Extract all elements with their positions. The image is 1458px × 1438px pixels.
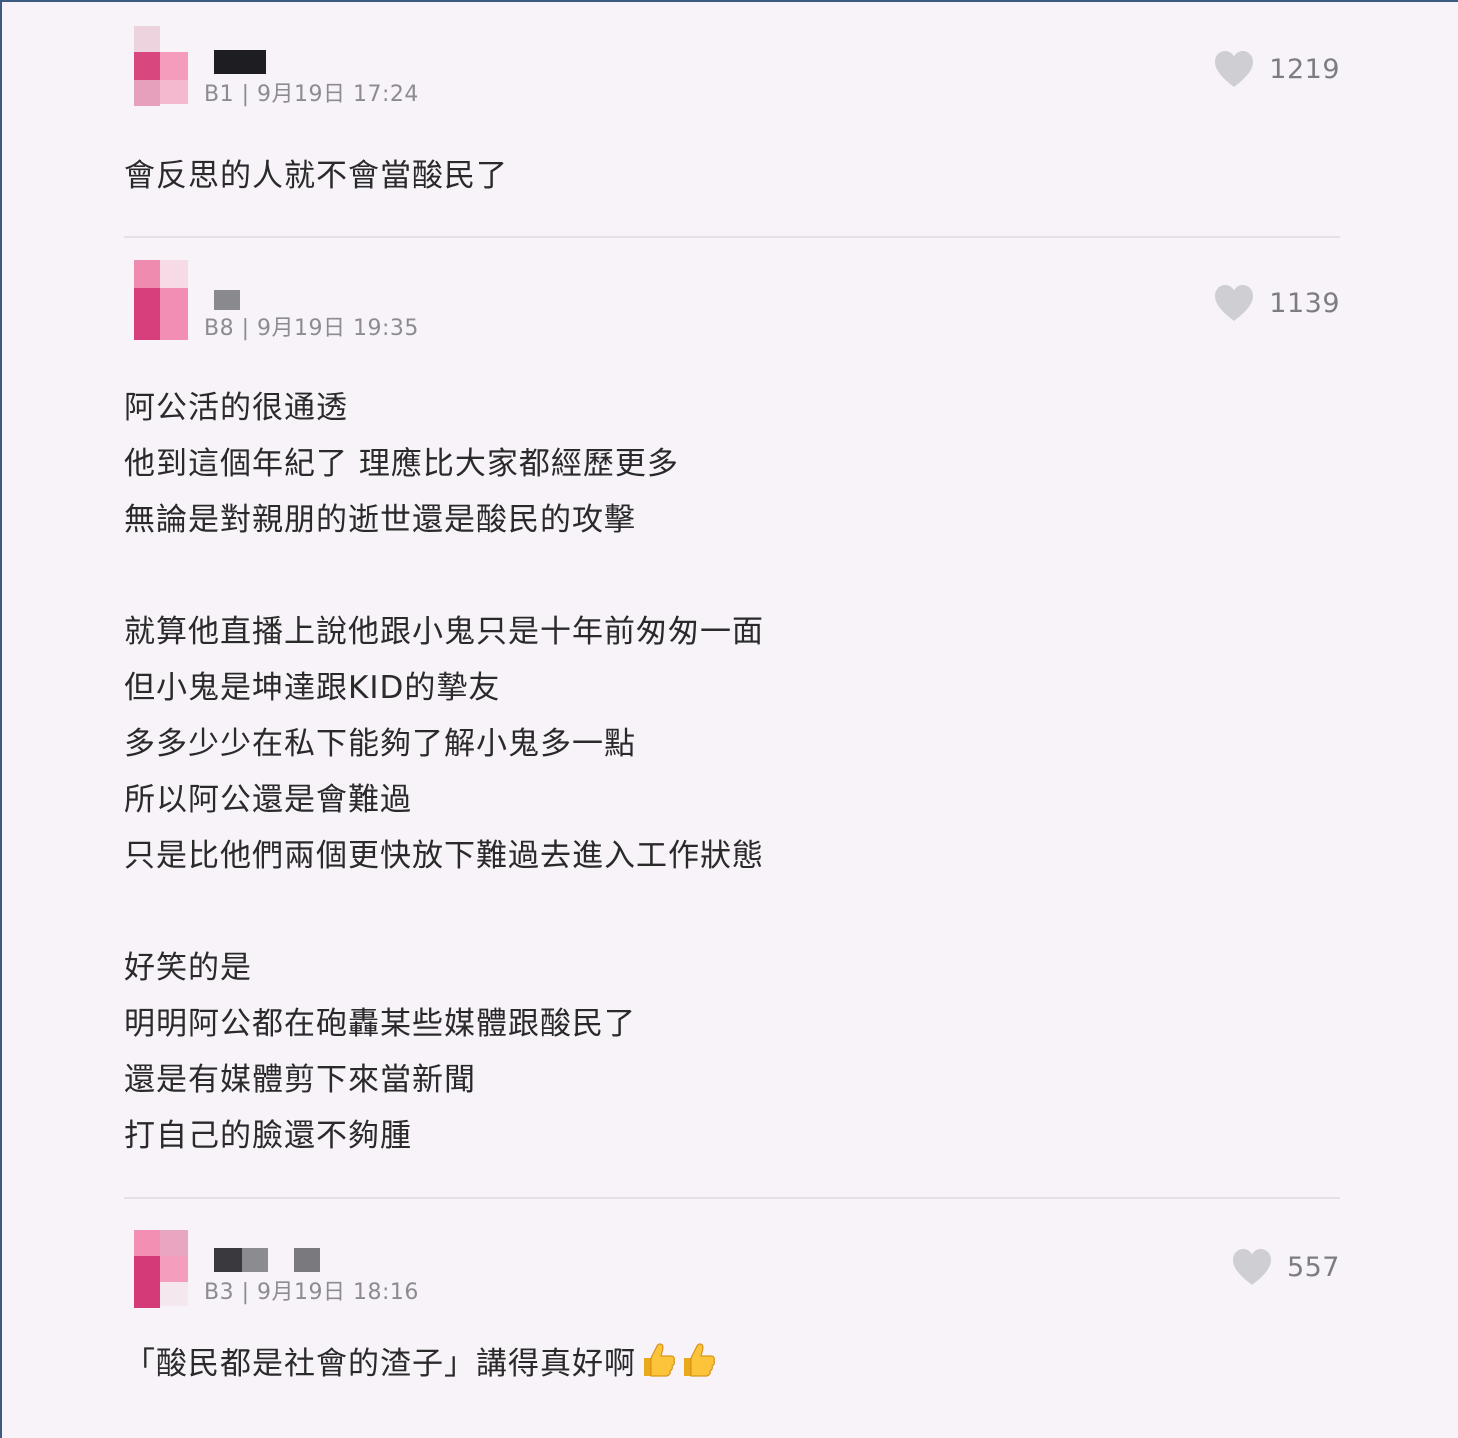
comment-line: 「酸民都是社會的渣子」講得真好啊	[124, 1336, 1340, 1392]
comment-line: 就算他直播上說他跟小鬼只是十年前匆匆一面	[124, 614, 764, 650]
comment-line: 所以阿公還是會難過	[124, 782, 412, 818]
comment-line: 阿公活的很通透	[124, 390, 348, 426]
comment-header: B1 | 9月19日 17:24 1219	[124, 26, 1340, 110]
comment-line: 他到這個年紀了 理應比大家都經歷更多	[124, 446, 679, 482]
comment-line-blank	[124, 548, 1340, 604]
comment-body: 「酸民都是社會的渣子」講得真好啊	[124, 1336, 1340, 1392]
comment-line: 只是比他們兩個更快放下難過去進入工作狀態	[124, 838, 764, 874]
comment-meta: B1 | 9月19日 17:24	[204, 82, 419, 107]
heart-icon	[1215, 285, 1254, 321]
comment-line: 還是有媒體剪下來當新聞	[124, 1062, 476, 1098]
comment-line: 多多少少在私下能夠了解小鬼多一點	[124, 726, 636, 762]
comment-line: 會反思的人就不會當酸民了	[124, 158, 508, 194]
like-button[interactable]: 557	[1231, 1248, 1340, 1286]
comment-body: 會反思的人就不會當酸民了	[124, 148, 1340, 204]
like-button[interactable]: 1139	[1213, 284, 1340, 322]
avatar[interactable]	[134, 26, 190, 106]
divider	[124, 1197, 1340, 1199]
comment-line: 好笑的是	[124, 950, 252, 986]
comment-line: 但小鬼是坤達跟KID的摯友	[124, 670, 501, 706]
like-button[interactable]: 1219	[1213, 50, 1340, 88]
comment-meta: B3 | 9月19日 18:16	[204, 1280, 419, 1305]
divider	[124, 236, 1340, 238]
comment-card: B1 | 9月19日 17:24 1219 會反思的人就不會當酸民了	[124, 26, 1340, 204]
comment-line: 明明阿公都在砲轟某些媒體跟酸民了	[124, 1006, 636, 1042]
comment-line: 打自己的臉還不夠腫	[124, 1118, 412, 1154]
heart-icon	[1215, 51, 1254, 87]
thumbs-up-icon	[684, 1343, 715, 1377]
like-count: 1139	[1269, 287, 1340, 319]
comment-body: 阿公活的很通透 他到這個年紀了 理應比大家都經歷更多 無論是對親朋的逝世還是酸民…	[124, 380, 1340, 1164]
comment-card: B8 | 9月19日 19:35 1139 阿公活的很通透 他到這個年紀了 理應…	[124, 260, 1340, 1164]
heart-icon	[1232, 1249, 1271, 1285]
thumbs-up-icon	[644, 1343, 675, 1377]
comment-header: B8 | 9月19日 19:35 1139	[124, 260, 1340, 344]
like-count: 557	[1286, 1251, 1340, 1283]
avatar[interactable]	[134, 260, 190, 340]
like-count: 1219	[1269, 53, 1340, 85]
comment-card: B3 | 9月19日 18:16 557 「酸民都是社會的渣子」講得真好啊	[124, 1224, 1340, 1392]
comment-line-text: 「酸民都是社會的渣子」講得真好啊	[124, 1346, 636, 1382]
avatar[interactable]	[134, 1224, 190, 1308]
comment-meta: B8 | 9月19日 19:35	[204, 316, 419, 341]
comment-line: 無論是對親朋的逝世還是酸民的攻擊	[124, 502, 636, 538]
comment-header: B3 | 9月19日 18:16 557	[124, 1224, 1340, 1308]
comment-line-blank	[124, 884, 1340, 940]
